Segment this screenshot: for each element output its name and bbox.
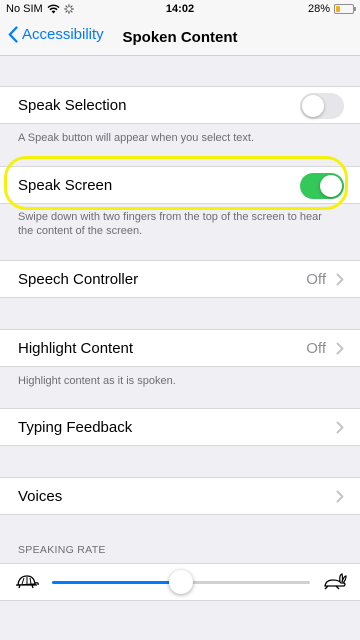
chevron-right-icon	[336, 342, 344, 355]
chevron-right-icon	[336, 273, 344, 286]
speaking-rate-row	[0, 563, 360, 601]
battery-level-fill	[336, 6, 340, 12]
speech-controller-row[interactable]: Speech Controller Off	[0, 260, 360, 298]
highlight-content-label: Highlight Content	[18, 340, 134, 357]
navigation-bar: Accessibility Spoken Content	[0, 20, 360, 56]
speak-selection-toggle[interactable]	[300, 93, 344, 119]
highlight-content-footer: Highlight content as it is spoken.	[18, 375, 176, 387]
speak-screen-label: Speak Screen	[18, 177, 113, 194]
battery-icon	[334, 4, 356, 14]
status-bar: No SIM 14:02 28%	[0, 0, 360, 20]
status-right: 28%	[307, 3, 356, 15]
speak-selection-label: Speak Selection	[18, 97, 127, 114]
speak-screen-toggle[interactable]	[300, 173, 344, 199]
highlight-content-row[interactable]: Highlight Content Off	[0, 329, 360, 367]
toggle-knob	[302, 95, 324, 117]
toggle-knob	[320, 175, 342, 197]
speak-selection-footer: A Speak button will appear when you sele…	[18, 132, 255, 144]
page-title: Spoken Content	[122, 29, 238, 46]
speech-controller-value: Off	[306, 271, 326, 288]
battery-tip	[354, 7, 356, 11]
hare-icon	[324, 573, 347, 590]
status-time: 14:02	[165, 3, 195, 15]
highlight-content-value: Off	[306, 340, 326, 357]
typing-feedback-row[interactable]: Typing Feedback	[0, 408, 360, 446]
battery-percent: 28%	[307, 3, 330, 15]
voices-row[interactable]: Voices	[0, 477, 360, 515]
voices-label: Voices	[18, 488, 63, 505]
turtle-icon	[16, 575, 39, 589]
slider-fill	[52, 581, 181, 584]
speaking-rate-header: SPEAKING RATE	[18, 544, 106, 556]
speech-controller-label: Speech Controller	[18, 271, 139, 288]
speak-screen-row: Speak Screen	[0, 166, 360, 204]
speaking-rate-slider[interactable]	[52, 570, 310, 594]
slider-thumb[interactable]	[169, 570, 193, 594]
chevron-right-icon	[336, 421, 344, 434]
speak-selection-row: Speak Selection	[0, 86, 360, 124]
speak-screen-footer: Swipe down with two fingers from the top…	[18, 211, 322, 237]
typing-feedback-label: Typing Feedback	[18, 419, 133, 436]
chevron-right-icon	[336, 490, 344, 503]
